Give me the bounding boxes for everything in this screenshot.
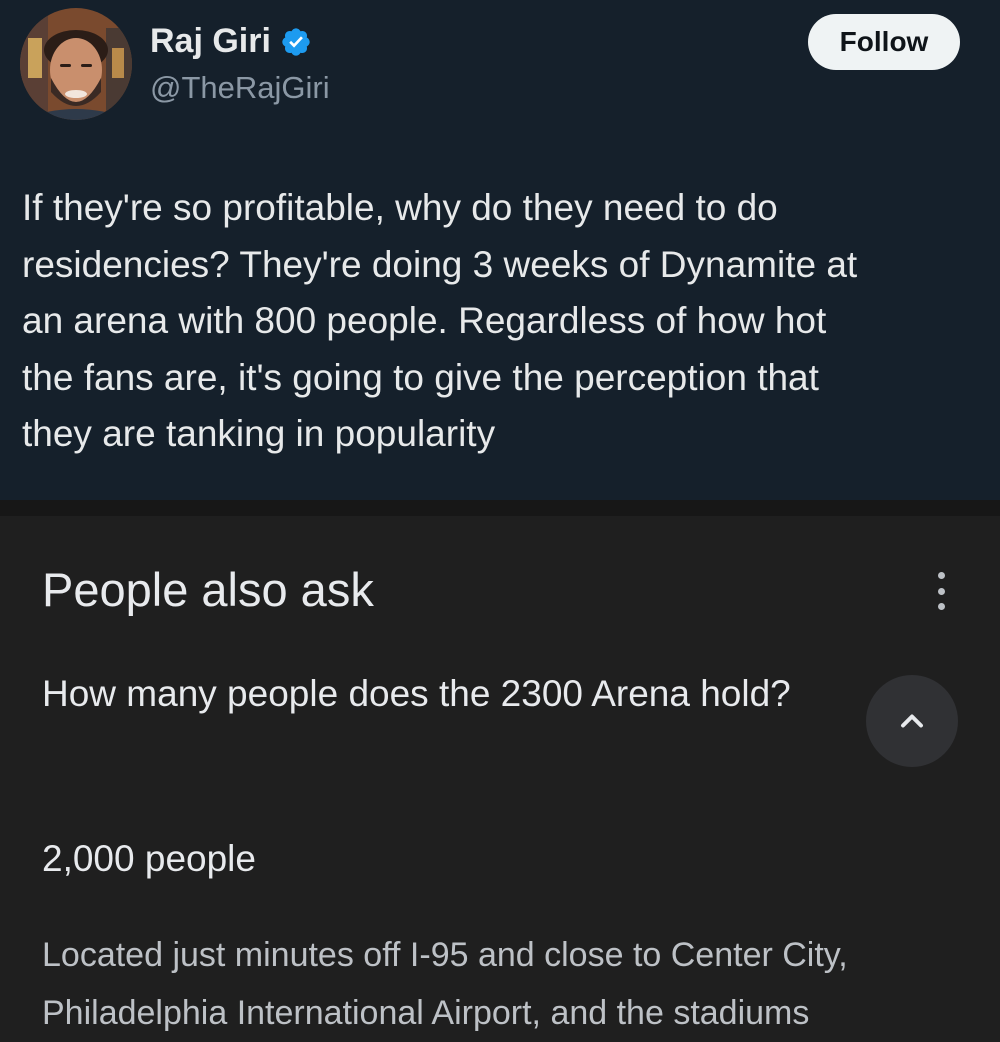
more-vert-icon[interactable]	[926, 572, 956, 610]
author-name[interactable]: Raj Giri	[150, 22, 312, 61]
chevron-up-icon	[901, 714, 923, 728]
avatar[interactable]	[20, 8, 132, 120]
verified-badge-icon	[280, 26, 312, 58]
user-handle[interactable]: @TheRajGiri	[150, 70, 330, 106]
tweet-text-line: residencies? They're doing 3 weeks of Dy…	[22, 243, 858, 285]
tweet-text-line: If they're so profitable, why do they ne…	[22, 187, 778, 228]
tweet-text-line: the fans are, it's going to give the per…	[22, 356, 819, 398]
paa-snippet: Located just minutes off I-95 and close …	[42, 926, 992, 1042]
follow-button[interactable]: Follow	[808, 14, 960, 70]
author-name-text[interactable]: Raj Giri	[150, 22, 271, 61]
tweet-text-line: an arena with 800 people. Regardless of …	[22, 300, 827, 341]
paa-answer: 2,000 people	[42, 838, 256, 879]
section-divider	[0, 500, 1000, 516]
collapse-button[interactable]	[866, 675, 958, 767]
paa-question[interactable]: How many people does the 2300 Arena hold…	[42, 670, 832, 718]
people-also-ask-title: People also ask	[42, 563, 374, 616]
snippet-line: Philadelphia International Airport, and …	[42, 994, 810, 1032]
tweet-text-line: they are tanking in popularity	[22, 413, 496, 454]
profile-photo-icon	[20, 8, 132, 120]
snippet-line: Located just minutes off I-95 and close …	[42, 936, 848, 974]
tweet-card: Raj Giri @TheRajGiri Follow If they're s…	[0, 0, 1000, 500]
tweet-text: If they're so profitable, why do they ne…	[22, 180, 982, 463]
